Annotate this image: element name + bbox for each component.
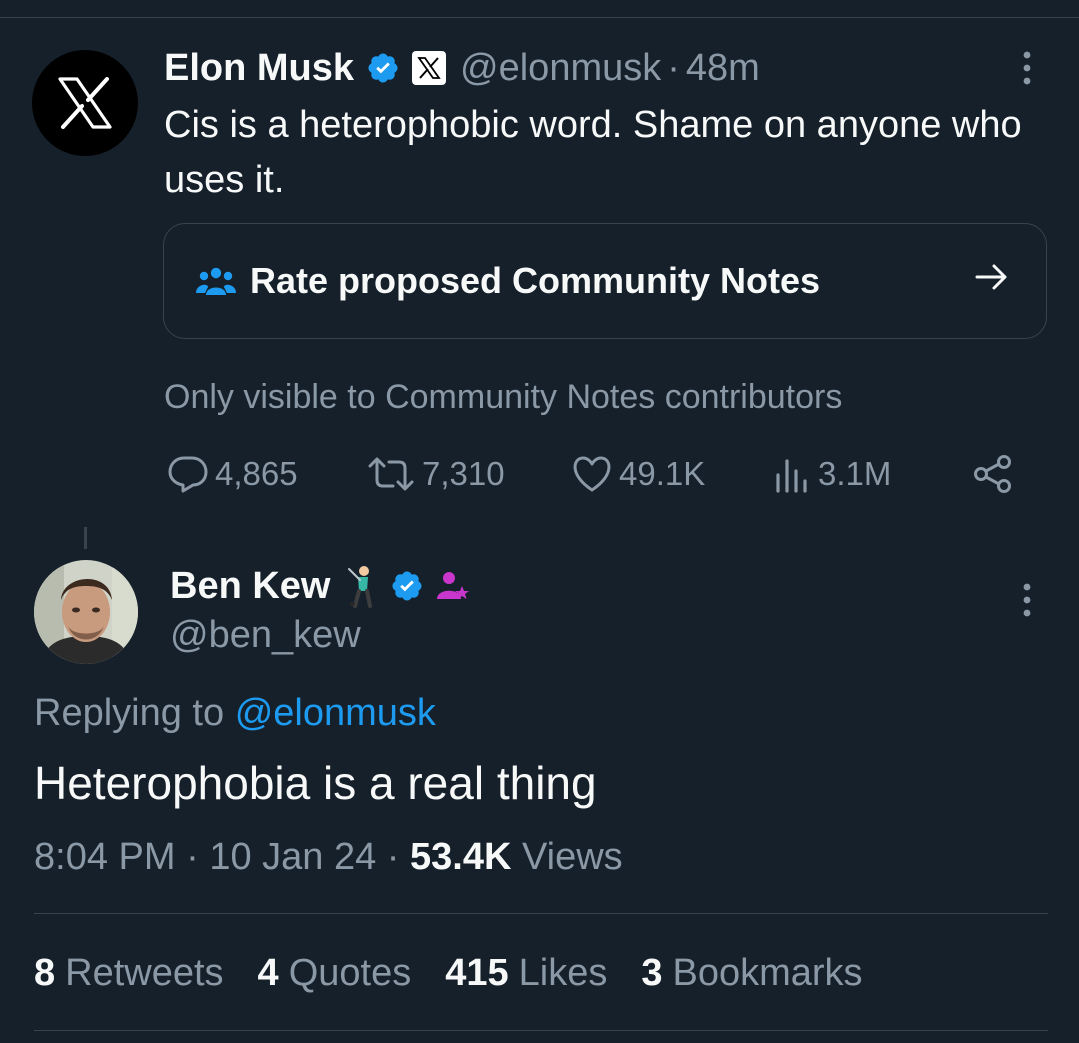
views-count: 3.1M bbox=[818, 455, 892, 492]
author-handle[interactable]: @elonmusk bbox=[460, 47, 661, 90]
tweet-header: Elon Musk @elonmusk · 48m bbox=[164, 44, 760, 92]
affiliate-x-badge-icon[interactable] bbox=[412, 51, 447, 85]
views-icon bbox=[776, 459, 807, 493]
reply-button[interactable]: 4,865 bbox=[167, 448, 298, 500]
reply-stats-bar: 8 Retweets 4 Quotes 415 Likes 3 Bookmarks bbox=[34, 952, 897, 995]
replying-to-line: Replying to @elonmusk bbox=[34, 692, 436, 735]
rate-community-notes-card[interactable]: Rate proposed Community Notes bbox=[163, 223, 1047, 339]
share-button[interactable] bbox=[972, 448, 1014, 500]
reply-views-count: 53.4K bbox=[410, 836, 512, 878]
x-logo-icon bbox=[58, 77, 112, 129]
more-options-icon bbox=[1023, 51, 1031, 85]
replying-to-prefix: Replying to bbox=[34, 692, 225, 734]
top-divider bbox=[0, 17, 1079, 18]
retweet-count: 7,310 bbox=[422, 455, 505, 492]
reply-date[interactable]: 10 Jan 24 bbox=[209, 836, 376, 878]
reply-meta: 8:04 PM · 10 Jan 24 · 53.4K Views bbox=[34, 836, 623, 879]
author-name[interactable]: Elon Musk bbox=[164, 47, 354, 90]
x-logo-avatar[interactable] bbox=[32, 50, 138, 156]
like-button[interactable]: 49.1K bbox=[571, 448, 705, 500]
likes-stat-count: 415 bbox=[445, 952, 509, 994]
visibility-note: Only visible to Community Notes contribu… bbox=[164, 378, 843, 416]
reply-more-options-button[interactable] bbox=[1012, 580, 1042, 620]
reply-text: Heterophobia is a real thing bbox=[34, 757, 597, 809]
tweet-text: Cis is a heterophobic word. Shame on any… bbox=[164, 104, 1022, 201]
thread-connector-line bbox=[84, 527, 87, 549]
retweets-stat[interactable]: 8 Retweets bbox=[34, 952, 224, 995]
replying-to-mention[interactable]: @elonmusk bbox=[235, 692, 436, 734]
retweet-icon bbox=[368, 457, 414, 491]
action-bar: 4,865 7,310 49.1K 3.1M bbox=[0, 448, 1079, 500]
avatar[interactable] bbox=[34, 560, 138, 664]
like-count: 49.1K bbox=[619, 455, 706, 492]
verified-badge-icon[interactable] bbox=[366, 51, 400, 85]
bookmarks-stat-count: 3 bbox=[641, 952, 663, 994]
retweets-stat-count: 8 bbox=[34, 952, 56, 994]
separator-dot: · bbox=[667, 46, 680, 89]
like-icon bbox=[573, 456, 611, 492]
golfer-emoji-icon bbox=[344, 564, 378, 608]
retweet-button[interactable]: 7,310 bbox=[366, 448, 505, 500]
rate-community-notes-label: Rate proposed Community Notes bbox=[250, 260, 821, 301]
arrow-right-icon bbox=[975, 264, 1007, 290]
bookmarks-stat[interactable]: 3 Bookmarks bbox=[641, 952, 862, 995]
likes-stat[interactable]: 415 Likes bbox=[445, 952, 607, 995]
person-star-icon bbox=[436, 569, 470, 603]
more-options-button[interactable] bbox=[1012, 48, 1042, 88]
more-options-icon bbox=[1023, 583, 1031, 617]
reply-author-handle[interactable]: @ben_kew bbox=[170, 614, 361, 657]
likes-stat-label: Likes bbox=[518, 952, 608, 994]
reply-time[interactable]: 8:04 PM bbox=[34, 836, 176, 878]
views-button[interactable]: 3.1M bbox=[774, 448, 891, 500]
stats-divider-top bbox=[34, 913, 1048, 914]
reply-icon bbox=[168, 456, 208, 493]
meta-separator: · bbox=[186, 836, 199, 878]
retweets-stat-label: Retweets bbox=[65, 952, 224, 994]
bookmarks-stat-label: Bookmarks bbox=[672, 952, 863, 994]
meta-separator: · bbox=[386, 836, 400, 878]
quotes-stat[interactable]: 4 Quotes bbox=[258, 952, 412, 995]
community-icon bbox=[196, 267, 236, 295]
reply-header: Ben Kew bbox=[170, 560, 470, 612]
reply-views-label: Views bbox=[521, 836, 623, 878]
quotes-stat-count: 4 bbox=[257, 952, 279, 994]
share-icon bbox=[974, 455, 1011, 493]
reply-author-name[interactable]: Ben Kew bbox=[170, 565, 330, 608]
verified-badge-icon[interactable] bbox=[390, 569, 424, 603]
stats-divider-bottom bbox=[34, 1030, 1048, 1031]
tweet-time[interactable]: 48m bbox=[686, 47, 760, 90]
reply-count: 4,865 bbox=[215, 455, 298, 492]
quotes-stat-label: Quotes bbox=[288, 952, 412, 994]
